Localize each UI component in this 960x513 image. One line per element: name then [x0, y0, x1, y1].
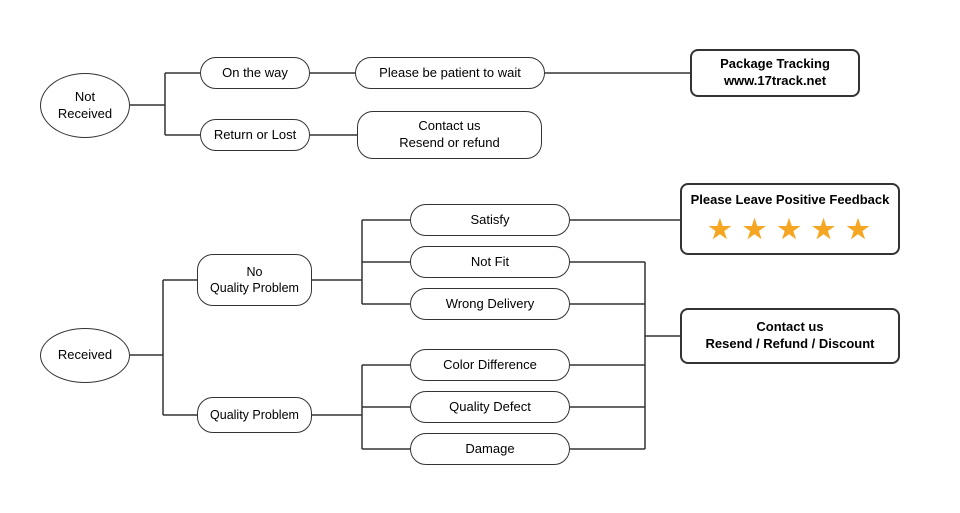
quality-problem-node: Quality Problem — [197, 397, 312, 433]
package-tracking-node: Package Tracking www.17track.net — [690, 49, 860, 97]
on-the-way-node: On the way — [200, 57, 310, 89]
damage-node: Damage — [410, 433, 570, 465]
please-leave-feedback-node: Please Leave Positive Feedback ★ ★ ★ ★ ★ — [680, 183, 900, 255]
wrong-delivery-node: Wrong Delivery — [410, 288, 570, 320]
not-fit-node: Not Fit — [410, 246, 570, 278]
received-node: Received — [40, 328, 130, 383]
not-received-node: Not Received — [40, 73, 130, 138]
contact-us-1-node: Contact us Resend or refund — [357, 111, 542, 159]
feedback-stars: ★ ★ ★ ★ ★ — [708, 213, 871, 247]
no-quality-problem-node: No Quality Problem — [197, 254, 312, 306]
contact-us-2-node: Contact us Resend / Refund / Discount — [680, 308, 900, 364]
please-be-patient-node: Please be patient to wait — [355, 57, 545, 89]
quality-defect-node: Quality Defect — [410, 391, 570, 423]
color-difference-node: Color Difference — [410, 349, 570, 381]
feedback-label: Please Leave Positive Feedback — [691, 192, 890, 209]
satisfy-node: Satisfy — [410, 204, 570, 236]
return-or-lost-node: Return or Lost — [200, 119, 310, 151]
